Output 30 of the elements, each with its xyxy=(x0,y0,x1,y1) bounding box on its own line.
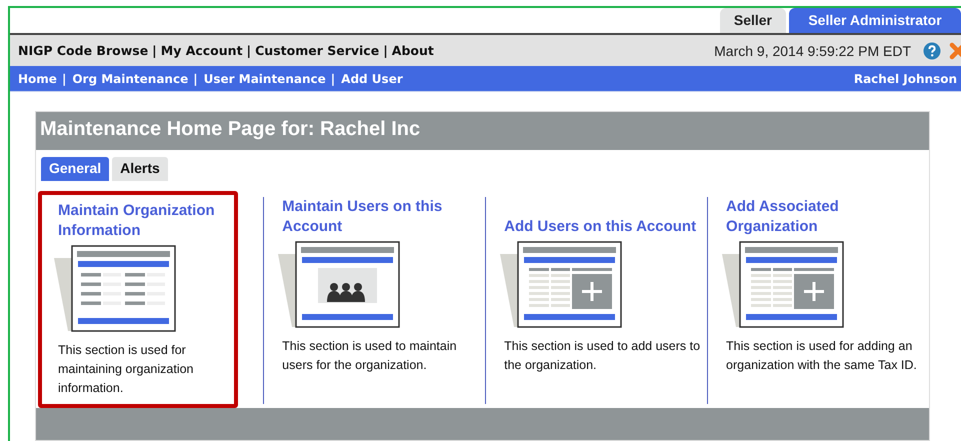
card-description: This section is used to maintain users for the organization. xyxy=(282,338,458,374)
date-time: March 9, 2014 9:59:22 PM EDT xyxy=(714,42,911,58)
card-link[interactable]: Add Users on this Account xyxy=(504,197,702,237)
card-description: This section is used for maintaining organization information. xyxy=(58,342,195,397)
tab[interactable]: Alerts xyxy=(112,157,168,181)
card-link[interactable]: Maintain Organization Information xyxy=(58,201,232,241)
separator: | xyxy=(330,72,336,86)
separator: | xyxy=(193,72,198,86)
nav-link[interactable]: Org Maintenance xyxy=(72,72,188,86)
separator: | xyxy=(62,72,66,86)
card-link[interactable]: Maintain Users on this Account xyxy=(282,197,480,237)
card-description: This section is used to add users to the organization. xyxy=(504,338,702,374)
panel-title: Maintenance Home Page for: Rachel Inc xyxy=(36,112,929,150)
separator: | xyxy=(383,43,388,58)
card-description: This section is used for adding an organization with the same Tax ID. xyxy=(726,338,918,374)
top-link[interactable]: About xyxy=(392,43,434,58)
help-icon[interactable] xyxy=(923,42,941,60)
user-name: Rachel Johnson xyxy=(854,72,957,86)
nav-link[interactable]: Home xyxy=(18,72,57,86)
card-link[interactable]: Add Associated Organization xyxy=(726,197,923,237)
role-tab[interactable]: Seller Administrator xyxy=(789,8,961,33)
tab[interactable]: General xyxy=(41,157,110,181)
separator: | xyxy=(246,43,252,58)
top-link[interactable]: Customer Service xyxy=(255,43,380,58)
separator: | xyxy=(152,43,157,58)
nav-link[interactable]: Add User xyxy=(341,72,403,86)
top-link[interactable]: My Account xyxy=(160,43,243,58)
role-tab[interactable]: Seller xyxy=(720,8,786,33)
nav-link[interactable]: User Maintenance xyxy=(204,72,326,86)
top-link[interactable]: NIGP Code Browse xyxy=(18,43,148,58)
